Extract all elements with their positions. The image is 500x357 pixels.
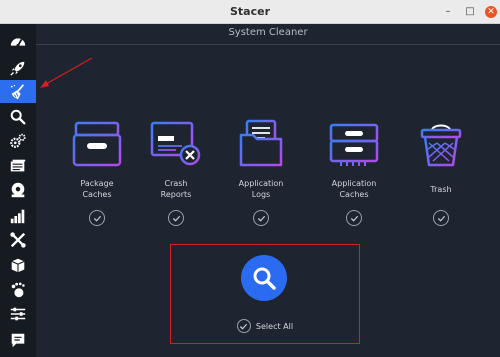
wrench-icon bbox=[10, 231, 26, 248]
sidebar-item-dashboard[interactable] bbox=[0, 30, 36, 53]
window-title: Stacer bbox=[229, 5, 270, 18]
check-icon bbox=[93, 215, 101, 222]
category-label: Trash bbox=[430, 184, 452, 194]
sidebar-item-helpers[interactable] bbox=[0, 228, 36, 251]
sliders-icon bbox=[10, 307, 26, 320]
crash-report-icon bbox=[150, 121, 201, 166]
speedometer-icon bbox=[10, 37, 26, 47]
app-logs-icon bbox=[239, 119, 283, 167]
window-titlebar: Stacer – □ ✕ bbox=[0, 0, 500, 24]
sidebar-item-system-cleaner[interactable] bbox=[0, 80, 36, 103]
processes-icon bbox=[10, 159, 26, 171]
select-all-label: Select All bbox=[255, 321, 294, 331]
sidebar-item-search[interactable] bbox=[0, 105, 36, 128]
system-cleaner-panel: System Cleaner Package Caches Crash Repo… bbox=[36, 24, 500, 357]
select-all-toggle[interactable]: Select All bbox=[171, 319, 359, 333]
category-application-caches[interactable]: Application Caches bbox=[314, 109, 394, 226]
category-label: Package Caches bbox=[80, 179, 114, 199]
maximize-button[interactable]: □ bbox=[464, 6, 476, 18]
sidebar bbox=[0, 24, 36, 357]
category-label: Application Caches bbox=[331, 179, 377, 199]
category-checkbox[interactable] bbox=[253, 210, 269, 226]
check-icon bbox=[350, 215, 358, 222]
sidebar-item-resources[interactable] bbox=[0, 204, 36, 227]
category-crash-reports[interactable]: Crash Reports bbox=[136, 109, 216, 226]
app-caches-icon bbox=[329, 123, 379, 166]
check-icon bbox=[240, 323, 248, 330]
scan-button[interactable] bbox=[241, 255, 287, 301]
category-application-logs[interactable]: Application Logs bbox=[221, 109, 301, 226]
sidebar-item-feedback[interactable] bbox=[0, 328, 36, 351]
check-icon bbox=[257, 215, 265, 222]
search-icon bbox=[253, 267, 276, 290]
sidebar-item-services[interactable] bbox=[0, 129, 36, 152]
bar-chart-icon bbox=[10, 209, 25, 223]
select-all-highlight: Select All bbox=[170, 244, 360, 344]
package-cache-icon bbox=[72, 121, 122, 167]
rocket-icon bbox=[10, 61, 25, 76]
category-checkbox[interactable] bbox=[89, 210, 105, 226]
category-label: Application Logs bbox=[238, 179, 284, 199]
check-icon bbox=[172, 215, 180, 222]
minimize-button[interactable]: – bbox=[442, 6, 454, 18]
close-button[interactable]: ✕ bbox=[485, 6, 497, 18]
category-label: Crash Reports bbox=[160, 179, 192, 199]
trash-basket-icon bbox=[420, 124, 462, 167]
search-icon bbox=[10, 109, 26, 124]
speech-bubble-icon bbox=[11, 333, 25, 347]
category-trash[interactable]: Trash bbox=[401, 109, 481, 226]
gears-icon bbox=[10, 133, 26, 148]
category-checkbox[interactable] bbox=[168, 210, 184, 226]
sidebar-item-processes[interactable] bbox=[0, 154, 36, 177]
broom-icon bbox=[10, 83, 25, 99]
disk-icon bbox=[11, 182, 25, 197]
category-checkbox[interactable] bbox=[346, 210, 362, 226]
sidebar-item-gnome-settings[interactable] bbox=[0, 278, 36, 301]
sidebar-item-startup-apps[interactable] bbox=[0, 56, 36, 79]
select-all-checkbox[interactable] bbox=[236, 319, 251, 333]
header-divider bbox=[36, 44, 500, 45]
sidebar-item-apt-repository[interactable] bbox=[0, 253, 36, 276]
page-title: System Cleaner bbox=[228, 27, 308, 38]
category-package-caches[interactable]: Package Caches bbox=[57, 109, 137, 226]
check-icon bbox=[437, 215, 445, 222]
sidebar-item-settings[interactable] bbox=[0, 302, 36, 325]
package-box-icon bbox=[11, 258, 25, 272]
category-checkbox[interactable] bbox=[433, 210, 449, 226]
sidebar-item-uninstaller[interactable] bbox=[0, 178, 36, 201]
gnome-foot-icon bbox=[11, 282, 25, 297]
